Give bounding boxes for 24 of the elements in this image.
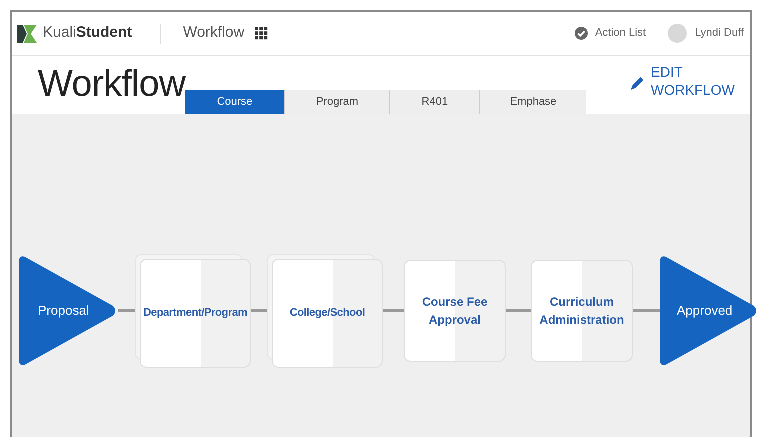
user-name[interactable]: Lyndi Duff bbox=[695, 25, 744, 42]
edit-workflow-link[interactable]: EDIT WORKFLOW bbox=[651, 64, 740, 99]
stage-node[interactable]: Approved bbox=[660, 254, 759, 366]
connector-line bbox=[633, 309, 660, 312]
app-grid-icon[interactable] bbox=[254, 27, 268, 40]
tab[interactable]: R401 bbox=[389, 90, 480, 114]
app-title[interactable]: Workflow bbox=[183, 22, 245, 45]
logo-icon bbox=[17, 24, 37, 42]
action-list-link[interactable]: Action List bbox=[595, 25, 646, 42]
connector-line bbox=[506, 309, 531, 312]
stage-card[interactable]: Department/Program bbox=[135, 254, 251, 368]
brand-name[interactable]: KualiStudent bbox=[43, 22, 132, 45]
page-title: Workflow bbox=[38, 65, 186, 102]
pencil-icon[interactable] bbox=[630, 76, 645, 91]
check-icon bbox=[575, 27, 588, 40]
tab[interactable]: Course bbox=[185, 90, 284, 114]
connector-line bbox=[383, 309, 404, 312]
stage-card[interactable]: College/School bbox=[267, 254, 383, 368]
stage-card[interactable]: Curriculum Administration bbox=[531, 260, 633, 362]
avatar-icon bbox=[668, 24, 688, 43]
tab[interactable]: Emphase bbox=[479, 90, 586, 114]
tab[interactable]: Program bbox=[284, 90, 390, 114]
stage-card[interactable]: Course Fee Approval bbox=[404, 260, 506, 362]
stage-node[interactable]: Proposal bbox=[19, 254, 118, 366]
